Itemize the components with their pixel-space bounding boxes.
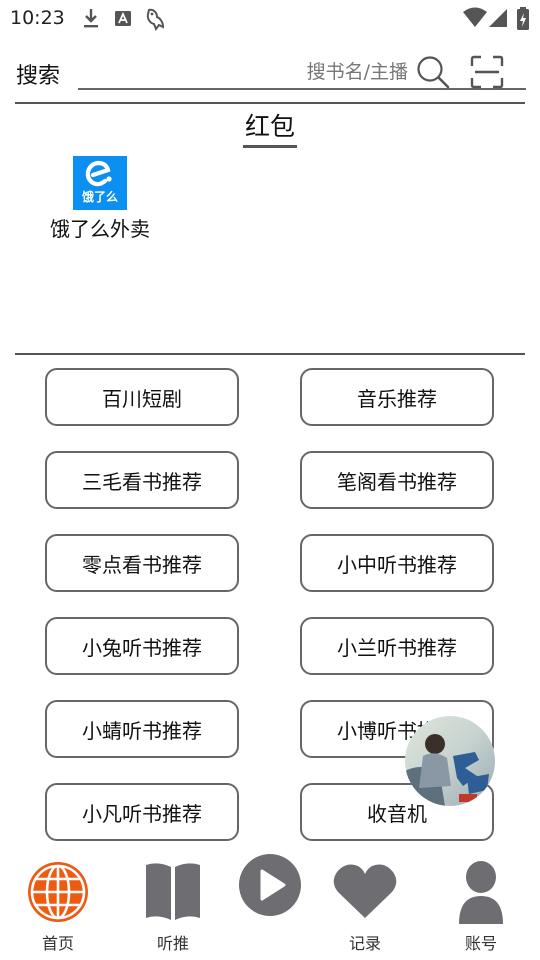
status-bar: 10:23 <box>0 0 540 36</box>
play-icon <box>225 853 315 921</box>
search-label: 搜索 <box>16 64 61 89</box>
nav-item-account[interactable]: 账号 <box>436 855 526 955</box>
rec-button-sanmao[interactable]: 三毛看书推荐 <box>45 451 239 509</box>
nav-item-play[interactable] <box>225 853 315 955</box>
top-divider <box>15 102 525 104</box>
status-time: 10:23 <box>10 7 65 29</box>
nav-item-home[interactable]: 首页 <box>13 855 103 955</box>
search-input[interactable] <box>168 58 408 86</box>
rec-button-xiaotu[interactable]: 小兔听书推荐 <box>45 617 239 675</box>
font-notification-icon <box>115 11 131 26</box>
rec-button-xiaoqing[interactable]: 小蜻听书推荐 <box>45 700 239 758</box>
heart-icon <box>320 860 410 928</box>
nav-label-listen: 听推 <box>156 934 189 953</box>
rec-button-xiaozhong[interactable]: 小中听书推荐 <box>300 534 494 592</box>
nav-item-history[interactable]: 记录 <box>320 855 410 955</box>
signal-icon <box>489 9 507 27</box>
book-icon <box>128 860 218 928</box>
eleme-logo-icon: 饿了么 <box>73 156 127 210</box>
wifi-icon <box>463 7 487 27</box>
nav-label-home: 首页 <box>41 934 74 953</box>
app-tile-eleme[interactable]: 饿了么 饿了么外卖 <box>40 155 160 245</box>
rec-button-bige[interactable]: 笔阁看书推荐 <box>300 451 494 509</box>
person-icon <box>436 860 526 928</box>
search-icon[interactable] <box>416 55 450 89</box>
now-playing-cover[interactable] <box>405 716 495 806</box>
rec-button-xiaolan[interactable]: 小兰听书推荐 <box>300 617 494 675</box>
search-field <box>78 56 526 90</box>
nav-item-listen[interactable]: 听推 <box>128 855 218 955</box>
scan-icon[interactable] <box>470 55 504 89</box>
globe-icon <box>13 860 103 928</box>
eleme-logo-text: 饿了么 <box>81 190 118 204</box>
app-label-eleme: 饿了么外卖 <box>50 217 150 241</box>
nav-label-account: 账号 <box>464 934 497 953</box>
nav-label-history: 记录 <box>348 934 381 953</box>
battery-icon <box>517 7 529 30</box>
rec-button-lingdian[interactable]: 零点看书推荐 <box>45 534 239 592</box>
bottom-nav: 首页 听推 记录 账号 <box>0 853 540 960</box>
rec-button-xiaofan[interactable]: 小凡听书推荐 <box>45 783 239 841</box>
section-title-red-packet: 红包 <box>243 107 297 148</box>
section-divider <box>15 353 525 355</box>
rec-button-music[interactable]: 音乐推荐 <box>300 368 494 426</box>
bird-notification-icon <box>146 8 165 32</box>
rec-button-baichuan-drama[interactable]: 百川短剧 <box>45 368 239 426</box>
download-icon <box>84 9 98 28</box>
